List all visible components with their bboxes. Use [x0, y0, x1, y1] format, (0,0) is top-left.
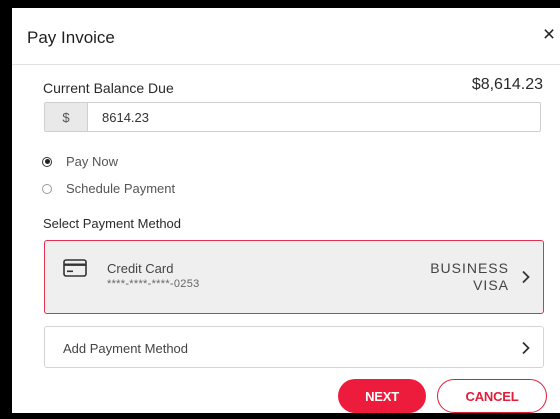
add-payment-method-label: Add Payment Method — [63, 341, 189, 356]
dialog-title: Pay Invoice — [27, 28, 115, 47]
radio-button-unchecked[interactable] — [42, 183, 52, 194]
card-name: Credit Card — [107, 261, 174, 276]
payment-amount-input[interactable] — [88, 103, 540, 131]
payment-amount-field: $ — [44, 102, 541, 132]
card-type: BUSINESS VISA — [430, 260, 509, 294]
select-payment-method-label: Select Payment Method — [43, 216, 182, 231]
currency-symbol: $ — [45, 103, 88, 131]
current-balance-value: $8,614.23 — [471, 76, 543, 93]
radio-pay-now[interactable]: Pay Now — [42, 154, 118, 169]
chevron-right-icon — [521, 270, 531, 289]
current-balance-label: Current Balance Due — [43, 80, 174, 96]
card-type-line1: BUSINESS — [430, 260, 509, 276]
close-icon[interactable]: × — [538, 24, 560, 46]
cancel-button[interactable]: CANCEL — [437, 379, 547, 413]
next-button[interactable]: NEXT — [338, 379, 426, 413]
credit-card-icon — [63, 259, 87, 282]
pay-invoice-dialog: Pay Invoice × Current Balance Due $8,614… — [12, 8, 560, 413]
radio-schedule-payment[interactable]: Schedule Payment — [42, 181, 175, 196]
add-payment-method-button[interactable]: Add Payment Method — [44, 326, 544, 368]
card-type-line2: VISA — [473, 277, 509, 293]
selected-payment-method-card[interactable]: Credit Card ****-****-****-0253 BUSINESS… — [44, 240, 544, 314]
chevron-right-icon — [521, 341, 531, 360]
card-number-masked: ****-****-****-0253 — [107, 278, 200, 290]
radio-label-pay-now: Pay Now — [66, 154, 119, 169]
radio-label-schedule-payment: Schedule Payment — [66, 181, 176, 196]
radio-button-checked[interactable] — [42, 156, 52, 167]
dialog-header: Pay Invoice × — [12, 8, 560, 65]
